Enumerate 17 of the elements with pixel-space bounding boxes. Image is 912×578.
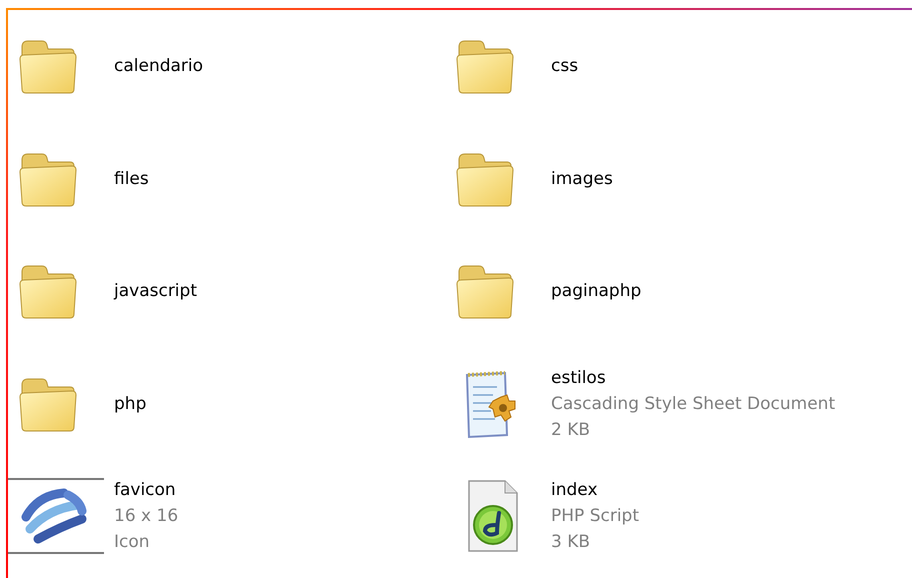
file-name[interactable]: index [551, 477, 639, 504]
file-name[interactable]: calendario [114, 53, 204, 80]
file-detail: PHP Script [551, 505, 639, 528]
file-detail: Cascading Style Sheet Document [551, 392, 836, 416]
file-name[interactable]: javascript [114, 278, 197, 304]
file-name[interactable]: favicon [114, 477, 178, 504]
file-detail: 2 KB [551, 418, 592, 442]
file-name[interactable]: images [551, 166, 613, 192]
file-detail: 16 x 16 [114, 505, 178, 528]
file-name[interactable]: css [551, 53, 578, 80]
file-detail: Icon [114, 531, 151, 554]
file-name[interactable]: paginaphp [551, 278, 642, 304]
file-detail: 3 KB [551, 531, 592, 554]
file-name[interactable]: estilos [551, 364, 836, 391]
file-name[interactable]: files [114, 166, 149, 192]
file-name[interactable]: php [114, 390, 146, 417]
image-thumbnail-icon [8, 477, 104, 556]
